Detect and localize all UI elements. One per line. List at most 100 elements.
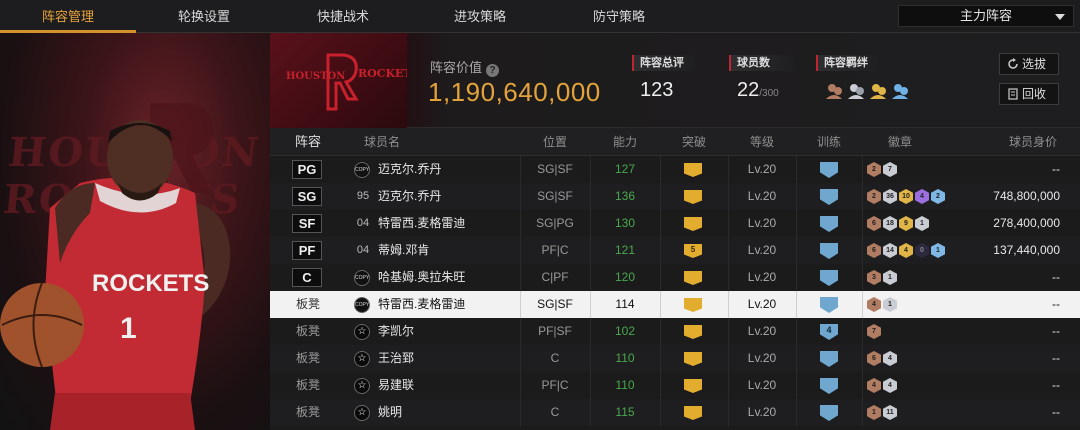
column-divider xyxy=(796,210,797,237)
training-shield-icon[interactable] xyxy=(820,189,838,205)
breakthrough-crown-icon[interactable] xyxy=(684,271,702,285)
breakthrough-crown-icon[interactable] xyxy=(684,298,702,312)
player-price: -- xyxy=(1052,297,1060,311)
slot-position-box: C xyxy=(292,268,322,287)
badge-list[interactable]: 41 xyxy=(867,297,899,313)
badge-list[interactable]: 1 11 xyxy=(867,405,899,421)
column-divider xyxy=(862,156,863,183)
table-row[interactable]: 板凳 ☆ 王治郅 C 110 Lv.20 6 4 -- xyxy=(270,345,1080,372)
breakthrough-crown-icon[interactable] xyxy=(684,190,702,204)
breakthrough-crown-icon[interactable]: 5 xyxy=(684,244,702,258)
player-name[interactable]: 特雷西.麦格雷迪 xyxy=(378,291,465,318)
badge-icon: 1 xyxy=(883,297,897,312)
player-name[interactable]: 特雷西.麦格雷迪 xyxy=(378,210,465,237)
player-name[interactable]: 姚明 xyxy=(378,399,402,426)
player-ability: 114 xyxy=(615,297,635,311)
player-level: Lv.20 xyxy=(747,162,777,176)
column-divider xyxy=(796,345,797,372)
player-name[interactable]: 王治郅 xyxy=(378,345,414,372)
recycle-button[interactable]: 回收 xyxy=(999,83,1059,105)
lineup-dropdown[interactable]: 主力阵容 xyxy=(898,5,1074,27)
breakthrough-crown-icon[interactable] xyxy=(684,325,702,339)
column-divider xyxy=(796,291,797,318)
player-price: -- xyxy=(1052,351,1060,365)
column-divider xyxy=(862,210,863,237)
tab-defense-strategy[interactable]: 防守策略 xyxy=(546,0,692,33)
player-price: -- xyxy=(1052,324,1060,338)
training-shield-icon[interactable] xyxy=(820,162,838,178)
table-row[interactable]: 板凳 ☆ 易建联 PF|C 110 Lv.20 4 4 -- xyxy=(270,372,1080,399)
training-shield-icon[interactable] xyxy=(820,216,838,232)
training-shield-icon[interactable] xyxy=(820,378,838,394)
player-name[interactable]: 迈克尔.乔丹 xyxy=(378,183,441,210)
player-level: Lv.20 xyxy=(747,324,777,338)
player-ability: 136 xyxy=(614,189,636,203)
featured-player-art: HOUSTON ROCKETS ROCKETS 1 xyxy=(0,33,270,430)
column-divider xyxy=(862,318,863,345)
training-shield-icon[interactable] xyxy=(820,243,838,259)
tab-rotation-settings[interactable]: 轮换设置 xyxy=(136,0,272,33)
table-row[interactable]: 板凳 COPY 特雷西.麦格雷迪 SG|SF 114 Lv.20 4 1 -- xyxy=(270,291,1080,318)
tab-offense-strategy[interactable]: 进攻策略 xyxy=(414,0,546,33)
bond-icons[interactable] xyxy=(824,79,914,101)
training-shield-icon[interactable] xyxy=(820,351,838,367)
player-name[interactable]: 迈克尔.乔丹 xyxy=(378,156,441,183)
player-name[interactable]: 易建联 xyxy=(378,372,414,399)
pick-button[interactable]: 选拔 xyxy=(999,53,1059,75)
lineup-rating-value: 123 xyxy=(640,79,674,101)
player-name[interactable]: 李凯尔 xyxy=(378,318,414,345)
badge-list[interactable]: 31 xyxy=(867,270,899,286)
player-name[interactable]: 哈基姆.奥拉朱旺 xyxy=(378,264,465,291)
badge-list[interactable]: 27 xyxy=(867,162,899,178)
star-badge-icon: ☆ xyxy=(354,324,370,340)
col-header-name: 球员名 xyxy=(363,135,400,149)
badge-list[interactable]: 44 xyxy=(867,378,899,394)
training-shield-icon[interactable]: 4 xyxy=(820,324,838,340)
rockets-logo: HOUSTON ROCKETS xyxy=(286,53,420,111)
player-ability: 127 xyxy=(614,162,636,176)
table-row[interactable]: SF 04 特雷西.麦格雷迪 SG|PG 130 Lv.20 6 18 9 1 278,400,00… xyxy=(270,210,1080,237)
player-ability: 110 xyxy=(615,351,635,365)
column-divider xyxy=(660,210,661,237)
column-divider xyxy=(862,291,863,318)
player-position: PF|C xyxy=(541,243,569,257)
copy-badge-icon: COPY xyxy=(354,270,370,286)
table-row[interactable]: 板凳 ☆ 李凯尔 PF|SF 102 Lv.20 4 7 -- xyxy=(270,318,1080,345)
training-shield-icon[interactable] xyxy=(820,297,838,313)
breakthrough-crown-icon[interactable] xyxy=(684,163,702,177)
column-divider xyxy=(796,399,797,426)
breakthrough-crown-icon[interactable] xyxy=(684,406,702,420)
player-position: C|PF xyxy=(541,270,569,284)
roster-table: 阵容 球员名 位置 能力 突破 等级 训练 徽章 球员身价 PG COPY 迈克尔.… xyxy=(270,128,1080,430)
badge-list[interactable]: 6 18 9 1 xyxy=(867,216,931,232)
col-header-badges: 徽章 xyxy=(887,135,912,149)
table-row[interactable]: 板凳 ☆ 姚明 C 115 Lv.20 1 11 -- xyxy=(270,399,1080,426)
player-name[interactable]: 蒂姆.邓肯 xyxy=(378,237,429,264)
slot-bench-label: 板凳 xyxy=(295,297,320,311)
breakthrough-crown-icon[interactable] xyxy=(684,352,702,366)
breakthrough-crown-icon[interactable] xyxy=(684,379,702,393)
badge-list[interactable]: 7 xyxy=(867,324,883,340)
player-position: SG|SF xyxy=(537,162,573,176)
season-tag: 95 xyxy=(356,190,370,202)
training-shield-icon[interactable] xyxy=(820,405,838,421)
bond-icon-blue xyxy=(892,84,908,99)
badge-list[interactable]: 64 xyxy=(867,351,899,367)
badge-list[interactable]: 2 36 10 4 2 xyxy=(867,189,947,205)
badge-list[interactable]: 6 14 4 0 1 xyxy=(867,243,947,259)
tab-quick-tactics[interactable]: 快捷战术 xyxy=(272,0,414,33)
table-row[interactable]: SG 95 迈克尔.乔丹 SG|SF 136 Lv.20 2 36 10 4 2 748,800,00… xyxy=(270,183,1080,210)
player-position: PF|SF xyxy=(538,324,572,338)
player-level: Lv.20 xyxy=(747,270,777,284)
tab-lineup-management[interactable]: 阵容管理 xyxy=(0,0,136,33)
table-row[interactable]: PF 04 蒂姆.邓肯 PF|C 121 5 Lv.20 6 14 4 0 1 137,440,000 xyxy=(270,237,1080,264)
table-row[interactable]: PG COPY 迈克尔.乔丹 SG|SF 127 Lv.20 2 7 -- xyxy=(270,156,1080,183)
help-icon[interactable]: ? xyxy=(486,64,500,77)
column-divider xyxy=(660,318,661,345)
table-row[interactable]: C COPY 哈基姆.奥拉朱旺 C|PF 120 Lv.20 3 1 -- xyxy=(270,264,1080,291)
training-shield-icon[interactable] xyxy=(820,270,838,286)
col-header-training: 训练 xyxy=(816,135,841,149)
lineup-bond-stat: 阵容羁绊 xyxy=(816,55,908,99)
top-tab-bar: 阵容管理 轮换设置 快捷战术 进攻策略 防守策略 主力阵容 xyxy=(0,0,1080,33)
breakthrough-crown-icon[interactable] xyxy=(684,217,702,231)
